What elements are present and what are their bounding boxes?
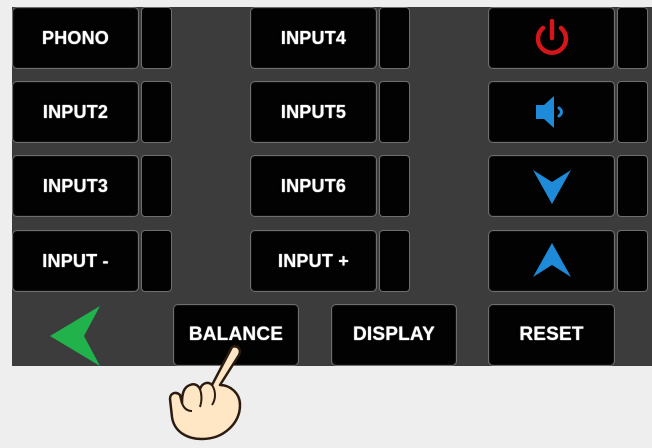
pointing-hand-icon — [168, 345, 242, 441]
chevron-down-icon — [532, 170, 571, 204]
volume-up-button[interactable] — [488, 230, 615, 292]
back-button[interactable] — [48, 304, 104, 373]
pointing-hand — [160, 343, 256, 448]
volume-up-slot[interactable] — [617, 230, 648, 292]
phono-slot[interactable] — [141, 7, 172, 69]
input4-slot[interactable] — [379, 7, 410, 69]
power-icon — [535, 18, 568, 55]
input2-button[interactable]: INPUT2 — [12, 81, 139, 143]
input-minus-slot[interactable] — [141, 230, 172, 292]
power-slot[interactable] — [617, 7, 648, 69]
display-button[interactable]: DISPLAY — [331, 304, 457, 366]
input3-slot[interactable] — [141, 155, 172, 217]
mute-button[interactable] — [488, 81, 615, 143]
phono-button[interactable]: PHONO — [12, 7, 139, 69]
volume-down-button[interactable] — [488, 155, 615, 217]
input5-button[interactable]: INPUT5 — [250, 81, 377, 143]
input2-slot[interactable] — [141, 81, 172, 143]
input6-slot[interactable] — [379, 155, 410, 217]
input5-slot[interactable] — [379, 81, 410, 143]
reset-button[interactable]: RESET — [488, 304, 615, 366]
input4-button[interactable]: INPUT4 — [250, 7, 377, 69]
power-button[interactable] — [488, 7, 615, 69]
volume-down-slot[interactable] — [617, 155, 648, 217]
mute-slot[interactable] — [617, 81, 648, 143]
chevron-up-icon — [532, 243, 571, 277]
input6-button[interactable]: INPUT6 — [250, 155, 377, 217]
input-plus-button[interactable]: INPUT + — [250, 230, 377, 292]
input-plus-slot[interactable] — [379, 230, 410, 292]
back-arrow-icon — [50, 306, 100, 366]
input3-button[interactable]: INPUT3 — [12, 155, 139, 217]
speaker-icon — [535, 96, 563, 128]
input-minus-button[interactable]: INPUT - — [12, 230, 139, 292]
